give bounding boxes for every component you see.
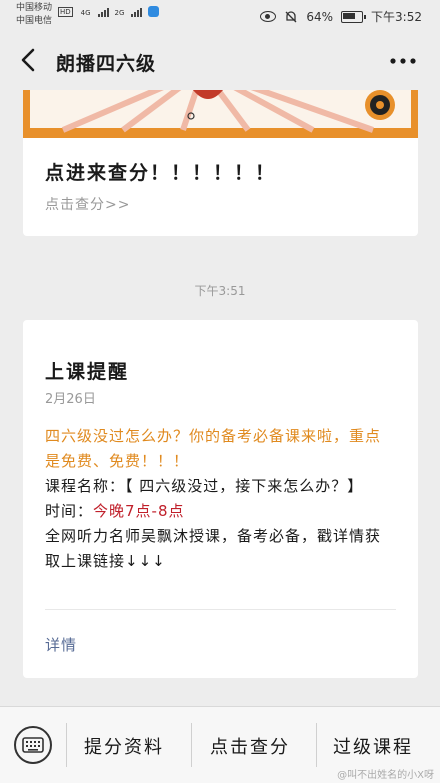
signal-icon-2 — [131, 8, 143, 17]
battery-icon — [341, 10, 367, 23]
card-divider — [45, 609, 396, 610]
status-bar: 中国移动 中国电信 HD 4G 2G 64% 下午3:52 — [0, 0, 440, 32]
signal-icon — [97, 8, 109, 17]
network-type-2: 2G — [114, 9, 125, 17]
reminder-title: 上课提醒 — [45, 361, 130, 383]
page-title: 朗播四六级 — [56, 53, 157, 75]
time-line: 时间：今晚7点-8点 — [45, 499, 385, 524]
nav-bar: 朗播四六级 — [0, 32, 440, 90]
carrier-1: 中国移动 — [16, 3, 53, 13]
template-message-card[interactable]: 上课提醒 2月26日 四六级没过怎么办？你的备考必备课来啦，重点是免费、免费！！… — [23, 320, 418, 678]
article-title: 点进来查分！！！！！！ — [45, 162, 277, 184]
reminder-body: 四六级没过怎么办？你的备考必备课来啦，重点是免费、免费！！！ 课程名称：【 四六… — [45, 424, 385, 574]
article-card-score[interactable]: 点进来查分！！！！！！ 点击查分>> — [23, 90, 418, 236]
hd-icon: HD — [58, 7, 73, 17]
carrier-info: 中国移动 中国电信 — [16, 2, 52, 28]
more-options-icon[interactable] — [388, 52, 418, 70]
notification-app-icon — [148, 6, 160, 17]
back-arrow-icon[interactable] — [18, 46, 42, 74]
time-value: 今晚7点-8点 — [93, 502, 185, 520]
clock: 下午3:52 — [371, 10, 422, 24]
reminder-date: 2月26日 — [45, 392, 96, 407]
mute-bell-icon — [285, 10, 297, 22]
article-link-text[interactable]: 点击查分>> — [45, 194, 130, 214]
menu-separator — [191, 723, 192, 767]
signal-group: HD 4G 2G — [58, 6, 160, 17]
course-name-line: 课程名称：【 四六级没过，接下来怎么办？】 — [45, 474, 385, 499]
carrier-2: 中国电信 — [16, 16, 53, 26]
time-label: 时间： — [45, 502, 94, 520]
course-label: 课程名称： — [45, 477, 126, 495]
course-value: 【 四六级没过，接下来怎么办？】 — [125, 477, 364, 495]
eye-comfort-icon — [260, 11, 277, 22]
network-type-1: 4G — [80, 9, 91, 17]
keyboard-toggle-icon[interactable] — [14, 726, 52, 764]
reminder-intro: 四六级没过怎么办？你的备考必备课来啦，重点是免费、免费！！！ — [45, 427, 382, 470]
article-cover-image[interactable] — [23, 90, 418, 138]
menu-item-score-materials[interactable]: 提分资料 — [84, 733, 164, 759]
battery-percent: 64% — [306, 9, 334, 24]
details-link[interactable]: 详情 — [45, 634, 77, 655]
menu-separator — [316, 723, 317, 767]
watermark: @叫不出姓名的小X呀 — [337, 770, 434, 781]
menu-separator — [66, 723, 67, 767]
bottom-menu-bar: 提分资料 点击查分 过级课程 @叫不出姓名的小X呀 — [0, 706, 440, 783]
reminder-description: 全网听力名师吴飘沐授课，备考必备，戳详情获取上课链接↓↓↓ — [45, 527, 382, 570]
status-right: 64% 下午3:52 — [260, 8, 422, 25]
menu-item-check-score[interactable]: 点击查分 — [210, 733, 290, 759]
message-timestamp: 下午3:51 — [194, 284, 246, 298]
menu-item-courses[interactable]: 过级课程 — [333, 733, 413, 759]
